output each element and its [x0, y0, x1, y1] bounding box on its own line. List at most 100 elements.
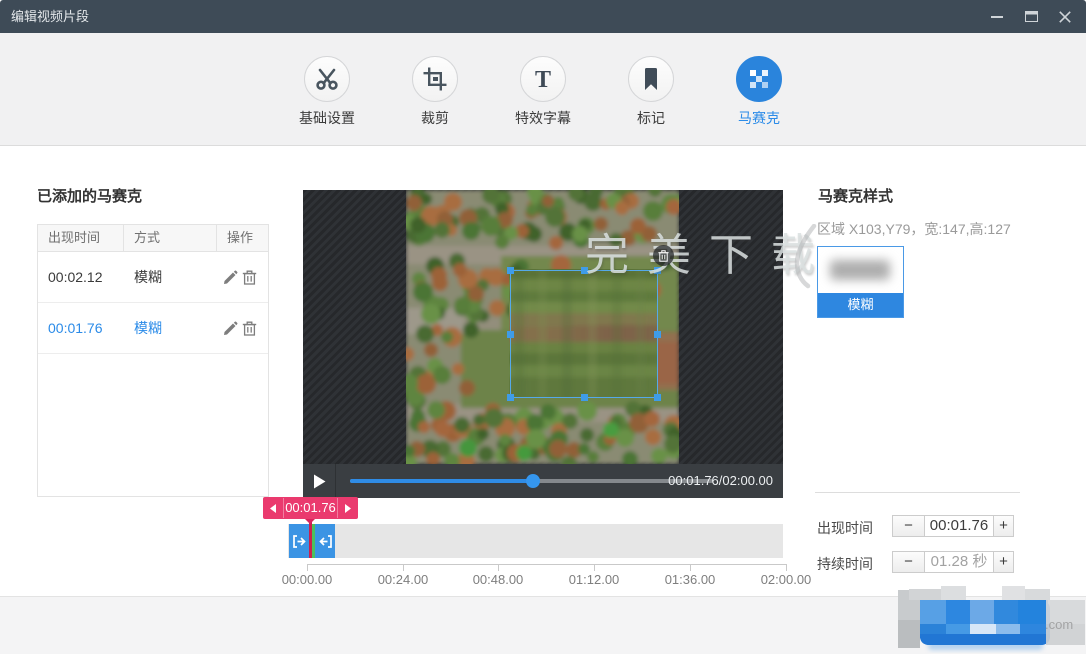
bookmark-icon [645, 68, 657, 90]
row-actions [217, 269, 268, 285]
tab-subtitle-label: 特效字幕 [515, 110, 571, 126]
play-button[interactable] [303, 464, 336, 498]
tab-crop[interactable]: 裁剪 [381, 33, 489, 146]
tool-button-circle [628, 56, 674, 102]
selection-handle-nw[interactable] [507, 267, 514, 274]
mosaic-style-title: 马赛克样式 [818, 188, 894, 205]
mosaic-selection[interactable] [507, 267, 661, 401]
player-progress-fill [350, 479, 533, 483]
ruler-label: 00:00.00 [281, 572, 333, 587]
style-blur-sample [830, 260, 890, 280]
video-preview[interactable] [303, 190, 783, 464]
appear-time-decrease[interactable]: − [893, 516, 925, 536]
svg-text:T: T [535, 67, 551, 92]
ruler-label: 01:12.00 [568, 572, 620, 587]
tab-mark[interactable]: 标记 [597, 33, 705, 146]
minimize-icon [991, 15, 1003, 18]
timeline-pointer [305, 519, 315, 524]
watermark-swirl [794, 224, 817, 289]
delete-icon[interactable] [242, 321, 257, 336]
player-progress-track[interactable] [350, 474, 713, 488]
row-method: 模糊 [134, 320, 162, 336]
duration-increase[interactable]: + [993, 552, 1013, 572]
tab-basic-settings-label: 基础设置 [299, 110, 355, 126]
nudge-left-button[interactable] [263, 503, 283, 513]
edit-icon[interactable] [223, 269, 238, 285]
watermark-com-text: .com [1045, 617, 1074, 632]
style-blur-label: 模糊 [818, 293, 903, 317]
scissors-icon [316, 68, 338, 90]
ruler-tick [690, 564, 691, 571]
arrow-left-icon [270, 503, 276, 513]
mosaic-table: 出现时间 方式 操作 00:02.12 模糊 00:01.76 模糊 [37, 224, 269, 497]
timeline-track[interactable] [288, 524, 783, 558]
timeline-current-label[interactable]: 00:01.76 [263, 497, 358, 519]
selection-handle-sw[interactable] [507, 394, 514, 401]
added-mosaics-title: 已添加的马赛克 [37, 188, 143, 205]
duration-label: 持续时间 [817, 556, 873, 572]
toolbar-items: 基础设置 裁剪 T 特效字幕 标记 马赛克 [273, 33, 813, 146]
window-title: 编辑视频片段 [11, 9, 90, 24]
close-button[interactable] [1048, 0, 1082, 33]
ruler-tick [307, 564, 308, 571]
timeline-in-handle[interactable] [289, 524, 309, 558]
row-method: 模糊 [134, 269, 162, 285]
trash-icon [658, 249, 669, 262]
maximize-icon [1024, 11, 1038, 22]
appear-time-increase[interactable]: + [993, 516, 1013, 536]
appear-time-value[interactable]: 00:01.76 [925, 516, 993, 536]
close-icon [1059, 10, 1071, 23]
selection-handle-se[interactable] [654, 394, 661, 401]
selection-handle-n[interactable] [581, 267, 588, 274]
ruler-label: 01:36.00 [664, 572, 716, 587]
row-time: 00:01.76 [48, 320, 103, 336]
selection-handle-s[interactable] [581, 394, 588, 401]
timeline-ruler [307, 564, 786, 565]
ruler-tick [786, 564, 787, 571]
player-bar: 00:01.76/02:00.00 [303, 464, 783, 498]
crop-icon [423, 67, 447, 91]
selection-delete-button[interactable] [653, 245, 674, 266]
duration-value[interactable]: 01.28 秒 [925, 552, 993, 572]
appear-time-label: 出现时间 [817, 520, 873, 536]
ruler-tick [594, 564, 595, 571]
column-header-ops: 操作 [227, 230, 254, 245]
selection-handle-w[interactable] [507, 331, 514, 338]
tab-mark-label: 标记 [637, 110, 665, 126]
tool-button-circle [736, 56, 782, 102]
tab-basic-settings[interactable]: 基础设置 [273, 33, 381, 146]
tab-mosaic[interactable]: 马赛克 [705, 33, 813, 146]
duration-decrease[interactable]: − [893, 552, 925, 572]
ruler-label: 00:48.00 [472, 572, 524, 587]
selection-handle-e[interactable] [654, 331, 661, 338]
ruler-label: 02:00.00 [760, 572, 812, 587]
tool-button-circle [304, 56, 350, 102]
minimize-button[interactable] [980, 0, 1014, 33]
player-progress-thumb[interactable] [526, 474, 540, 488]
column-header-time: 出现时间 [38, 225, 124, 251]
mosaic-style-card[interactable]: 模糊 [817, 246, 904, 318]
maximize-button[interactable] [1014, 0, 1048, 33]
tab-subtitle[interactable]: T 特效字幕 [489, 33, 597, 146]
edit-icon[interactable] [223, 320, 238, 336]
arrow-right-icon [345, 503, 351, 513]
row-time: 00:02.12 [48, 269, 103, 285]
bracket-arrow-right-icon [292, 534, 306, 548]
timeline-playhead[interactable] [309, 520, 312, 558]
nudge-right-button[interactable] [338, 503, 358, 513]
timeline-out-handle[interactable] [315, 524, 335, 558]
tab-crop-label: 裁剪 [421, 110, 449, 126]
selection-handle-ne[interactable] [654, 267, 661, 274]
column-header-method: 方式 [124, 225, 217, 251]
duration-stepper: − 01.28 秒 + [892, 551, 1014, 573]
right-panel-divider [815, 492, 1020, 493]
delete-icon[interactable] [242, 270, 257, 285]
toolbar: 基础设置 裁剪 T 特效字幕 标记 马赛克 [0, 33, 1086, 146]
table-row[interactable]: 00:02.12 模糊 [38, 252, 268, 303]
ruler-tick [403, 564, 404, 571]
tool-button-circle [412, 56, 458, 102]
ruler-label: 00:24.00 [377, 572, 429, 587]
player-time: 00:01.76/02:00.00 [668, 473, 773, 488]
table-row[interactable]: 00:01.76 模糊 [38, 303, 268, 354]
appear-time-stepper: − 00:01.76 + [892, 515, 1014, 537]
